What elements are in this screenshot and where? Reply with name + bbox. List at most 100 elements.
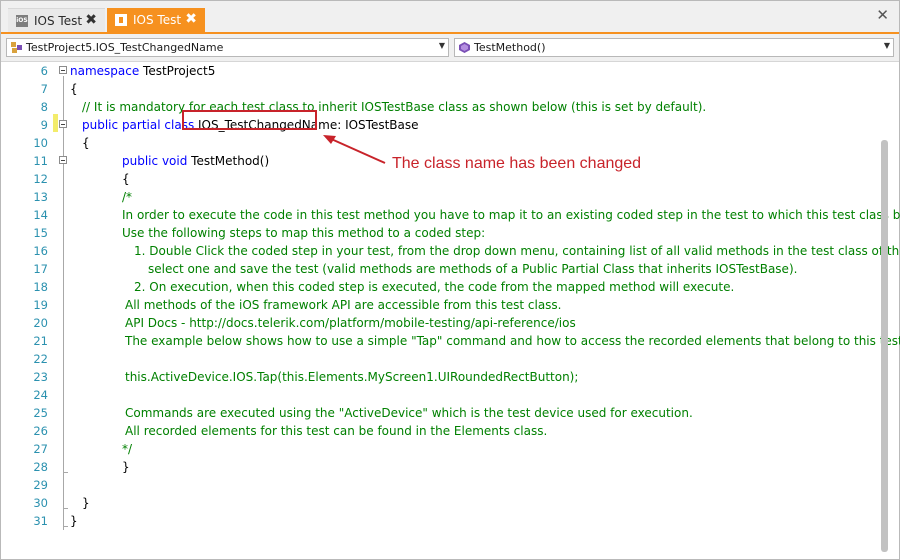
code-line: 30}	[1, 494, 881, 512]
collapse-toggle-icon[interactable]	[59, 66, 67, 74]
line-number: 10	[33, 136, 48, 150]
code-text: {	[82, 134, 90, 152]
chevron-down-icon[interactable]: ▼	[439, 41, 445, 50]
code-text: }	[70, 512, 78, 530]
code-token: TestProject5	[139, 64, 216, 78]
code-line: 19 All methods of the iOS framework API a…	[1, 296, 881, 314]
line-number: 25	[33, 406, 48, 420]
tab-label: IOS Test	[133, 13, 182, 27]
line-number: 29	[33, 478, 48, 492]
code-text: public void TestMethod()	[122, 152, 269, 170]
comment-token: All recorded elements for this test can …	[125, 424, 548, 438]
tab-ios-test-inactive[interactable]: iOS IOS Test ✖	[8, 8, 105, 32]
collapse-toggle-icon[interactable]	[59, 156, 67, 164]
comment-token: */	[122, 442, 133, 456]
code-line: 24	[1, 386, 881, 404]
keyword-token: partial	[121, 118, 161, 132]
method-icon	[459, 42, 470, 53]
code-line: 17 select one and save the test (valid me…	[1, 260, 881, 278]
code-text: API Docs - http://docs.telerik.com/platf…	[125, 314, 576, 332]
code-line: 23 this.ActiveDevice.IOS.Tap(this.Element…	[1, 368, 881, 386]
keyword-token: void	[161, 154, 188, 168]
line-number: 7	[40, 82, 48, 96]
line-number: 31	[33, 514, 48, 528]
code-text: namespace TestProject5	[70, 62, 215, 80]
vertical-scrollbar[interactable]	[881, 140, 888, 552]
code-text: */	[122, 440, 132, 458]
code-text: 1. Double Click the coded step in your t…	[134, 242, 900, 260]
code-text: All recorded elements for this test can …	[125, 422, 547, 440]
code-text: Commands are executed using the "ActiveD…	[125, 404, 693, 422]
code-line: 15 Use the following steps to map this me…	[1, 224, 881, 242]
code-line: 14 In order to execute the code in this t…	[1, 206, 900, 224]
close-tab-icon[interactable]: ✖	[185, 11, 197, 27]
code-text: // It is mandatory for each test class t…	[82, 98, 706, 116]
class-dropdown[interactable]: TestProject5.IOS_TestChangedName ▼	[6, 38, 449, 57]
code-line: 29	[1, 476, 881, 494]
code-line: 22	[1, 350, 881, 368]
class-icon	[11, 42, 22, 53]
code-text: /*	[122, 188, 132, 206]
line-number: 9	[40, 118, 48, 132]
keyword-token: namespace	[70, 64, 140, 78]
line-number: 14	[33, 208, 48, 222]
code-token: {	[70, 82, 78, 96]
line-number: 26	[33, 424, 48, 438]
code-line: 18 2. On execution, when this coded step …	[1, 278, 881, 296]
code-line: 21 The example below shows how to use a s…	[1, 332, 900, 350]
code-token: TestMethod()	[187, 154, 270, 168]
code-token: }	[82, 496, 90, 510]
code-token: {	[82, 136, 90, 150]
comment-token: In order to execute the code in this tes…	[122, 208, 900, 222]
comment-token: // It is mandatory for each test class t…	[82, 100, 707, 114]
line-number: 22	[33, 352, 48, 366]
code-text: Use the following steps to map this meth…	[122, 224, 485, 242]
line-number: 30	[33, 496, 48, 510]
line-number: 23	[33, 370, 48, 384]
close-window-icon[interactable]: ✕	[876, 7, 889, 23]
code-area[interactable]: 6 namespace TestProject5 7 {8 // It is manda…	[1, 62, 900, 559]
comment-token: /*	[122, 190, 133, 204]
code-token: }	[122, 460, 130, 474]
comment-token: All methods of the iOS framework API are…	[125, 298, 562, 312]
code-line: 13 /*	[1, 188, 881, 206]
code-line: 28}	[1, 458, 881, 476]
collapse-toggle-icon[interactable]	[59, 120, 67, 128]
code-token: {	[122, 172, 130, 186]
chevron-down-icon[interactable]: ▼	[884, 41, 890, 50]
code-line: 6 namespace TestProject5	[1, 62, 881, 80]
comment-token: select one and save the test (valid meth…	[148, 262, 798, 276]
class-name-highlight-box	[182, 110, 317, 130]
comment-token: 1. Double Click the coded step in your t…	[134, 244, 900, 258]
line-number: 6	[40, 64, 48, 78]
line-number: 19	[33, 298, 48, 312]
annotation-arrow	[323, 135, 386, 164]
line-number: 16	[33, 244, 48, 258]
code-text: this.ActiveDevice.IOS.Tap(this.Elements.…	[125, 368, 578, 386]
comment-token: Commands are executed using the "ActiveD…	[125, 406, 693, 420]
close-tab-icon[interactable]: ✖	[85, 12, 97, 28]
code-text: {	[70, 80, 78, 98]
line-number: 15	[33, 226, 48, 240]
code-line: 27 */	[1, 440, 881, 458]
comment-token: this.ActiveDevice.IOS.Tap(this.Elements.…	[125, 370, 579, 384]
line-number: 21	[33, 334, 48, 348]
code-text: }	[122, 458, 130, 476]
line-number: 28	[33, 460, 48, 474]
comment-token: The example below shows how to use a sim…	[125, 334, 900, 348]
line-number: 17	[33, 262, 48, 276]
code-text: {	[122, 170, 130, 188]
code-line: 20 API Docs - http://docs.telerik.com/pla…	[1, 314, 881, 332]
line-number: 18	[33, 280, 48, 294]
comment-token: Use the following steps to map this meth…	[122, 226, 486, 240]
code-line: 26 All recorded elements for this test ca…	[1, 422, 881, 440]
tab-ios-test-active[interactable]: IOS Test ✖	[107, 8, 205, 32]
method-dropdown[interactable]: TestMethod() ▼	[454, 38, 894, 57]
code-text: All methods of the iOS framework API are…	[125, 296, 562, 314]
code-text: 2. On execution, when this coded step is…	[134, 278, 734, 296]
line-number: 27	[33, 442, 48, 456]
tab-strip: iOS IOS Test ✖ IOS Test ✖ ✕	[1, 1, 899, 35]
line-number: 24	[33, 388, 48, 402]
line-number: 8	[40, 100, 48, 114]
navigation-bar: TestProject5.IOS_TestChangedName ▼ TestM…	[1, 35, 899, 62]
